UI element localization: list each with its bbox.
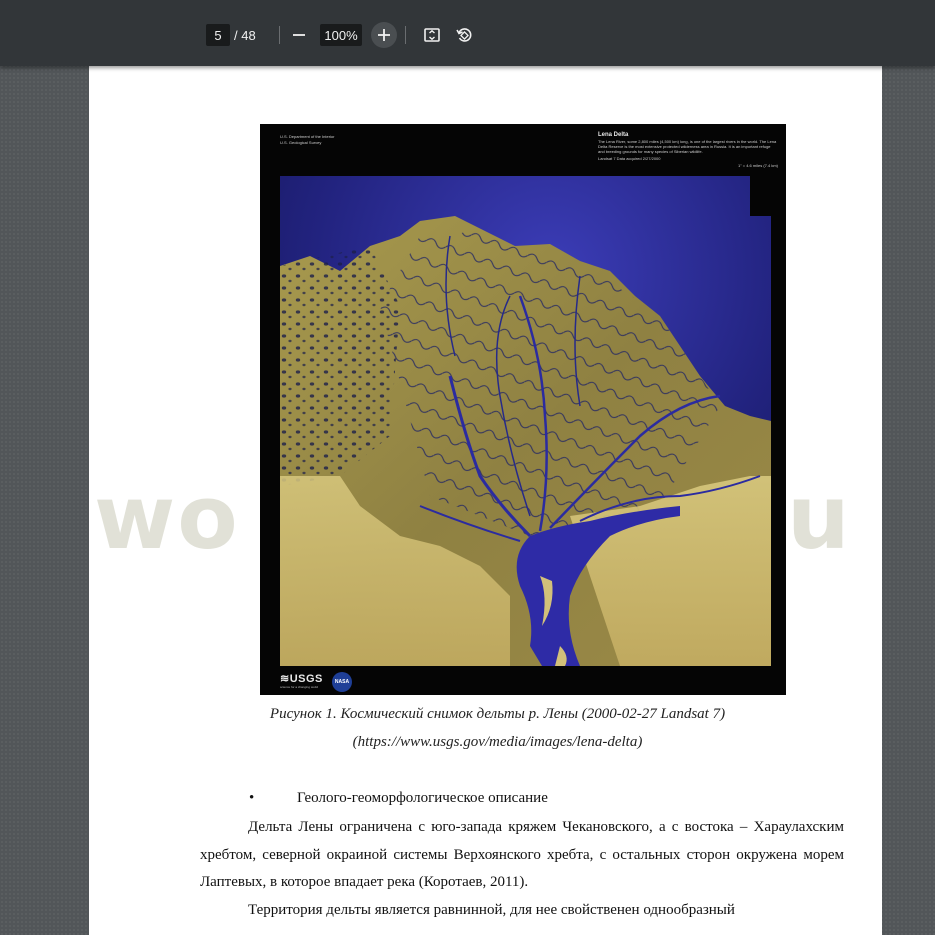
page-number-input[interactable]: 5: [206, 24, 230, 46]
pdf-toolbar: 5 / 48 100%: [0, 0, 935, 66]
paragraph: Дельта Лены ограничена с юго-запада кряж…: [200, 814, 844, 897]
figure-acquired: Landsat 7 Data acquired 2/27/2000: [598, 156, 661, 161]
toolbar-divider: [405, 26, 406, 44]
rotate-button[interactable]: [451, 22, 477, 48]
figure-agency-header: U.S. Department of the Interior U.S. Geo…: [280, 134, 400, 146]
page-total: / 48: [234, 27, 256, 43]
zoom-out-button[interactable]: [286, 22, 312, 48]
nasa-logo: NASA: [332, 672, 352, 692]
bullet-symbol: •: [249, 790, 255, 806]
watermark-text: u: [787, 466, 852, 569]
agency-line: U.S. Geological Survey: [280, 140, 322, 145]
satellite-figure: U.S. Department of the Interior U.S. Geo…: [260, 124, 786, 695]
usgs-logo: ≋USGS science for a changing world: [280, 672, 323, 689]
pdf-page: U.S. Department of the Interior U.S. Geo…: [89, 66, 882, 935]
usgs-logo-text: ≋USGS: [280, 673, 323, 685]
zoom-in-button[interactable]: [371, 22, 397, 48]
watermark-text: wo: [94, 466, 240, 569]
paragraph: Территория дельты является равнинной, дл…: [200, 897, 844, 925]
toolbar-divider: [279, 26, 280, 44]
usgs-tagline: science for a changing world: [280, 685, 319, 689]
fit-page-button[interactable]: [419, 22, 445, 48]
paragraph-text: Дельта Лены ограничена с юго-запада кряж…: [200, 819, 844, 890]
plus-icon: [378, 29, 390, 41]
fit-page-icon: [424, 28, 440, 42]
figure-scale: 1" = 4.6 miles (7.4 km): [738, 163, 778, 168]
zoom-level-input[interactable]: 100%: [320, 24, 362, 46]
figure-caption-source: (https://www.usgs.gov/media/images/lena-…: [352, 734, 643, 750]
figure-description: The Lena River, some 2,800 miles (4,500 …: [598, 139, 777, 154]
rotate-icon: [456, 28, 472, 42]
figure-title: Lena Delta: [598, 132, 629, 138]
figure-info: Lena Delta The Lena River, some 2,800 mi…: [598, 132, 778, 168]
lena-delta-satellite-image: [280, 176, 771, 666]
minus-icon: [293, 34, 305, 36]
figure-caption: Рисунок 1. Космический снимок дельты р. …: [269, 706, 726, 722]
section-heading: Геолого-геоморфологическое описание: [297, 790, 548, 806]
paragraph-text: Территория дельты является равнинной, дл…: [248, 902, 735, 918]
